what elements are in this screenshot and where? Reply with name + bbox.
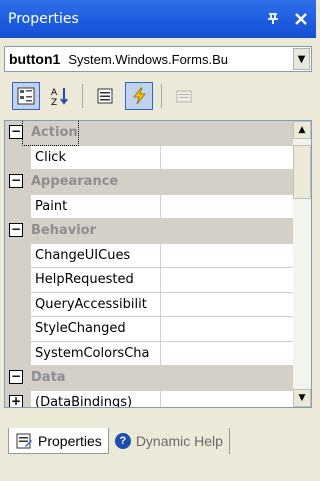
property-name: ChangeUICues	[31, 243, 161, 267]
property-name: Click	[31, 145, 161, 169]
property-row-queryaccessibility[interactable]: QueryAccessibilit	[5, 292, 295, 317]
category-label: Action	[22, 121, 79, 146]
category-row-appearance[interactable]: − Appearance	[5, 170, 295, 195]
vertical-scrollbar[interactable]: ▲ ▼	[293, 121, 311, 407]
property-value[interactable]	[161, 342, 295, 366]
property-row-databindings[interactable]: + (DataBindings)	[5, 390, 295, 408]
svg-text:Z: Z	[51, 98, 57, 106]
property-name: Paint	[31, 194, 161, 218]
property-row-click[interactable]: Click	[5, 145, 295, 170]
property-grid[interactable]: − Action Click − Appearance Paint − Beha…	[4, 120, 312, 408]
tab-label: Dynamic Help	[135, 433, 223, 449]
events-button[interactable]	[125, 82, 153, 110]
object-selector[interactable]: button1 System.Windows.Forms.Bu ▼	[4, 46, 312, 72]
scroll-down-icon[interactable]: ▼	[293, 389, 311, 407]
property-name: QueryAccessibilit	[31, 292, 161, 316]
window-title: Properties	[8, 11, 79, 27]
object-type: System.Windows.Forms.Bu	[68, 51, 228, 67]
tab-properties[interactable]: Properties	[8, 428, 109, 454]
alphabetical-icon: AZ	[51, 88, 68, 106]
property-name: StyleChanged	[31, 317, 161, 341]
alphabetical-button[interactable]: AZ	[46, 82, 74, 110]
tab-label: Properties	[38, 432, 102, 449]
property-row-paint[interactable]: Paint	[5, 194, 295, 219]
category-label: Data	[31, 370, 66, 385]
expand-icon[interactable]: +	[9, 394, 23, 407]
bottom-tabs: Properties ? Dynamic Help	[8, 428, 230, 454]
collapse-icon[interactable]: −	[9, 223, 23, 237]
properties-icon	[97, 88, 113, 104]
scroll-thumb[interactable]	[293, 145, 311, 199]
pin-icon[interactable]	[262, 8, 284, 30]
chevron-down-icon[interactable]: ▼	[293, 48, 310, 70]
toolbar-separator	[161, 84, 162, 108]
collapse-icon[interactable]: −	[9, 125, 23, 139]
object-name: button1	[9, 51, 61, 67]
property-row-systemcolorschanged[interactable]: SystemColorsCha	[5, 341, 295, 366]
close-icon[interactable]	[290, 8, 312, 30]
property-value[interactable]	[161, 293, 295, 317]
property-row-changeuicues[interactable]: ChangeUICues	[5, 243, 295, 268]
category-row-behavior[interactable]: − Behavior	[5, 219, 295, 244]
category-label: Appearance	[31, 174, 119, 189]
toolbar-separator	[82, 84, 83, 108]
scroll-up-icon[interactable]: ▲	[293, 121, 311, 139]
properties-tab-icon	[16, 433, 32, 448]
property-pages-button[interactable]	[170, 82, 198, 110]
properties-button[interactable]	[91, 82, 119, 110]
property-name: (DataBindings)	[31, 390, 161, 407]
titlebar: Properties	[0, 0, 316, 38]
help-icon: ?	[114, 433, 131, 449]
svg-text:A: A	[51, 88, 58, 98]
property-name: HelpRequested	[31, 268, 161, 292]
collapse-icon[interactable]: −	[9, 174, 23, 188]
property-row-helprequested[interactable]: HelpRequested	[5, 268, 295, 293]
property-name: SystemColorsCha	[31, 341, 161, 365]
category-label: Behavior	[31, 223, 97, 238]
property-rows: − Action Click − Appearance Paint − Beha…	[5, 121, 295, 408]
property-value[interactable]	[161, 244, 295, 268]
property-row-stylechanged[interactable]: StyleChanged	[5, 317, 295, 342]
category-row-action[interactable]: − Action	[5, 121, 295, 146]
property-value[interactable]	[161, 195, 295, 219]
collapse-icon[interactable]: −	[9, 370, 23, 384]
toolbar: AZ	[4, 78, 312, 114]
events-icon	[133, 87, 146, 105]
property-value[interactable]	[161, 268, 295, 292]
categorized-button[interactable]	[12, 82, 40, 110]
property-value[interactable]	[161, 317, 295, 341]
property-value[interactable]	[161, 146, 295, 170]
category-row-data[interactable]: − Data	[5, 366, 295, 391]
property-value[interactable]	[161, 391, 295, 408]
tab-dynamic-help[interactable]: ? Dynamic Help	[109, 428, 230, 454]
categorized-icon	[17, 87, 35, 105]
property-pages-icon	[176, 90, 192, 103]
